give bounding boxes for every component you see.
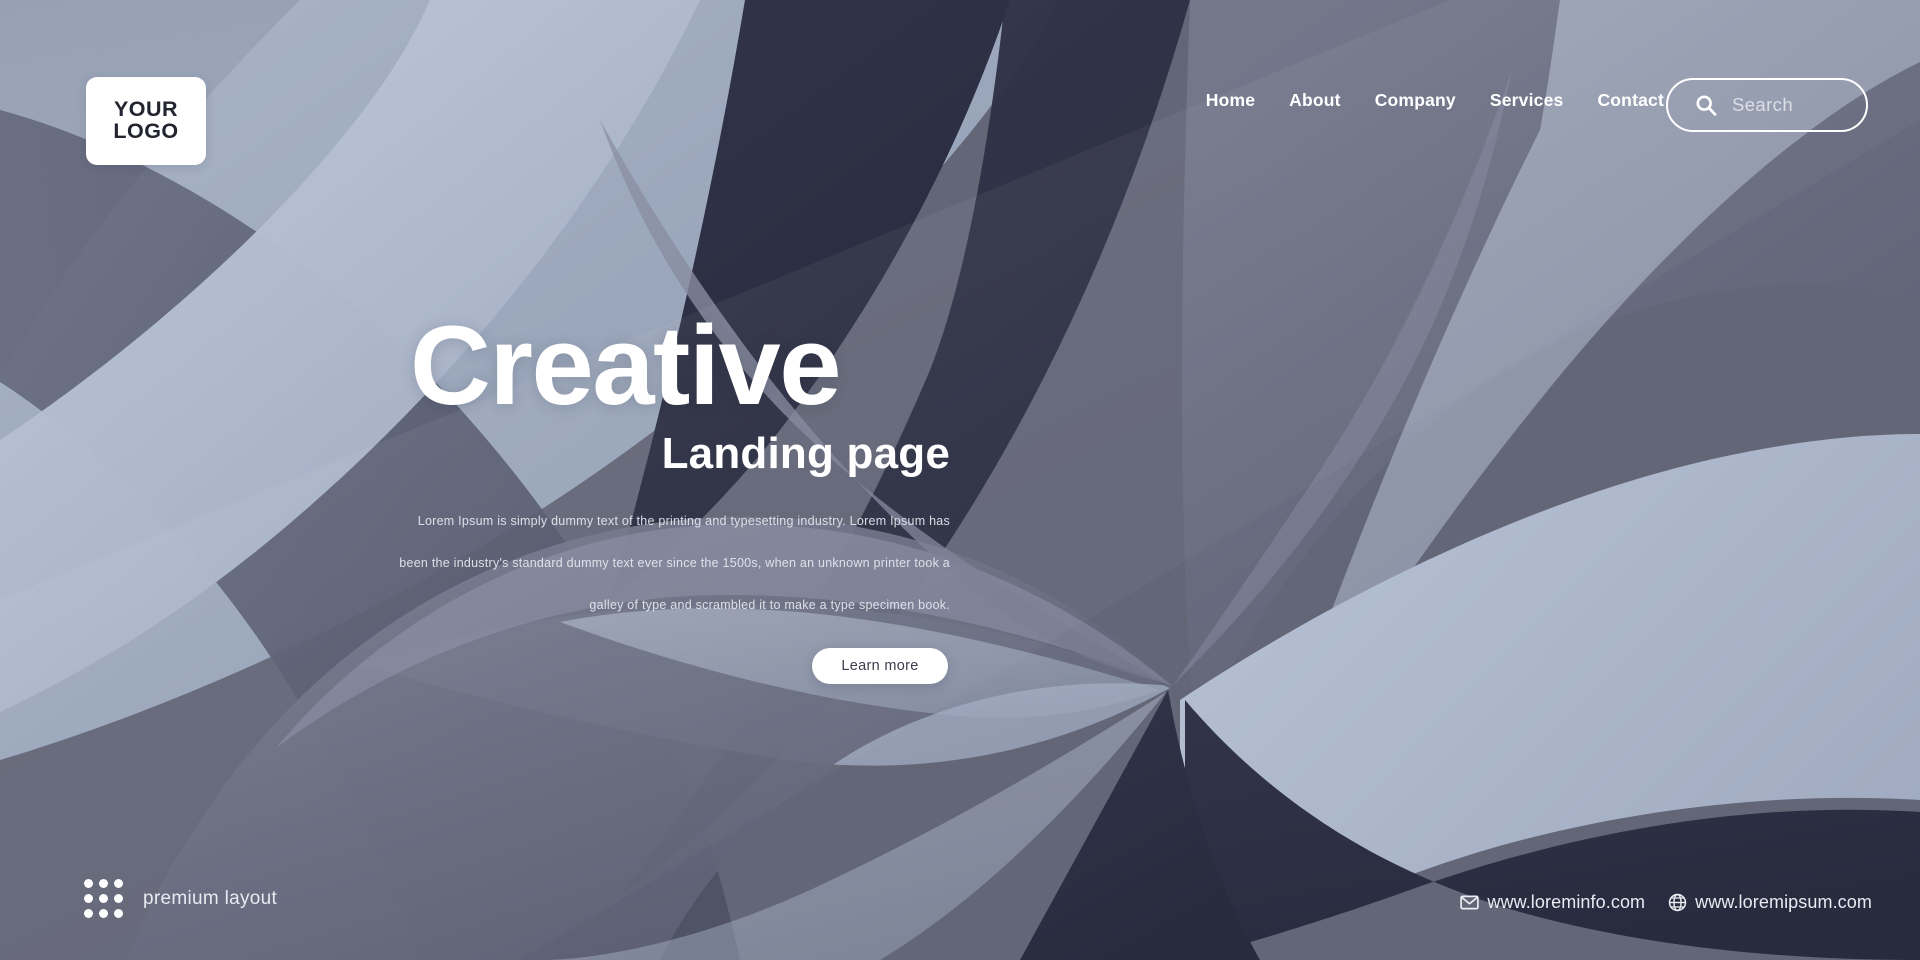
hero-subtitle: Landing page bbox=[661, 429, 950, 478]
premium-layout-label: premium layout bbox=[143, 887, 278, 909]
nav-item-contact[interactable]: Contact bbox=[1597, 90, 1664, 111]
search-placeholder: Search bbox=[1732, 94, 1794, 115]
dot bbox=[84, 879, 93, 888]
dot bbox=[99, 879, 108, 888]
dot bbox=[114, 879, 123, 888]
logo-line-2: LOGO bbox=[113, 119, 179, 143]
landing-page-canvas: YOUR LOGO Home About Company Services Co… bbox=[0, 0, 1920, 960]
logo[interactable]: YOUR LOGO bbox=[86, 77, 206, 165]
search-box[interactable]: Search bbox=[1666, 78, 1868, 132]
hero-description-line-3: galley of type and scrambled it to make … bbox=[589, 598, 950, 612]
dot bbox=[99, 894, 108, 903]
premium-layout-badge: premium layout bbox=[84, 879, 277, 918]
logo-line-1: YOUR bbox=[113, 97, 179, 122]
dot bbox=[84, 909, 93, 918]
globe-icon bbox=[1668, 893, 1687, 912]
nav-item-home[interactable]: Home bbox=[1206, 90, 1255, 111]
hero-description-line-2: been the industry's standard dummy text … bbox=[399, 556, 950, 570]
dot bbox=[114, 894, 123, 903]
dot bbox=[99, 909, 108, 918]
nav-item-about[interactable]: About bbox=[1289, 90, 1341, 111]
contact-website-text: www.loremipsum.com bbox=[1695, 892, 1872, 912]
envelope-icon bbox=[1460, 895, 1480, 910]
hero-title: Creative bbox=[409, 303, 842, 428]
hero-description: Lorem Ipsum is simply dummy text of the … bbox=[330, 500, 950, 626]
footer-contacts: www.loreminfo.com www.loremipsum.com bbox=[1459, 892, 1872, 913]
dot bbox=[84, 894, 93, 903]
main-navigation: Home About Company Services Contact bbox=[1206, 90, 1664, 111]
search-icon bbox=[1696, 95, 1717, 116]
nav-item-services[interactable]: Services bbox=[1490, 90, 1564, 111]
hero-description-line-1: Lorem Ipsum is simply dummy text of the … bbox=[417, 514, 950, 528]
contact-website[interactable]: www.loremipsum.com bbox=[1667, 892, 1872, 913]
dot bbox=[114, 909, 123, 918]
dot-grid-icon bbox=[84, 879, 123, 918]
learn-more-button[interactable]: Learn more bbox=[812, 648, 948, 684]
site-header: YOUR LOGO Home About Company Services Co… bbox=[0, 0, 1920, 175]
contact-email-text: www.loreminfo.com bbox=[1487, 892, 1646, 912]
contact-email[interactable]: www.loreminfo.com bbox=[1459, 892, 1645, 913]
nav-item-company[interactable]: Company bbox=[1375, 90, 1456, 111]
